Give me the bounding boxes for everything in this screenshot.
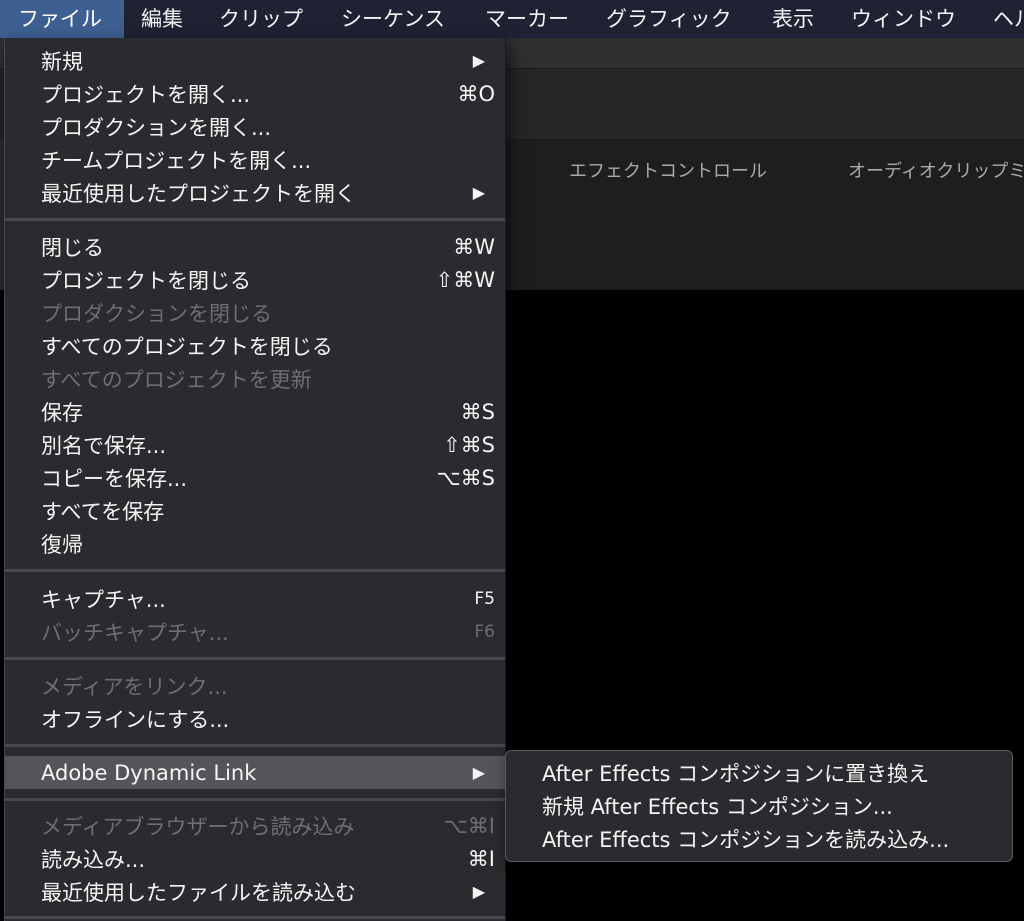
menu-item-save-copy[interactable]: コピーを保存... ⌥⌘S xyxy=(5,461,505,494)
file-menu-dropdown: 新規 ▶ プロジェクトを開く... ⌘O プロダクションを開く... チームプロ… xyxy=(4,38,506,921)
menubar-graphics[interactable]: グラフィック xyxy=(606,0,732,38)
menu-item-shortcut: ⇧⌘W xyxy=(435,267,495,292)
menu-item-shortcut: ⇧⌘S xyxy=(443,432,495,457)
menu-item-label: すべてのプロジェクトを閉じる xyxy=(41,334,333,359)
tab-audio-clip-mixer[interactable]: オーディオクリップミ xyxy=(848,157,1024,183)
menu-item-label: メディアをリンク... xyxy=(41,674,228,699)
menu-item-capture[interactable]: キャプチャ... F5 xyxy=(5,582,505,615)
menu-item-shortcut: ⌘W xyxy=(453,234,495,259)
menu-item-refresh-all-projects: すべてのプロジェクトを更新 xyxy=(5,362,505,395)
submenu-arrow-icon: ▶ xyxy=(472,51,485,70)
menu-item-open-project[interactable]: プロジェクトを開く... ⌘O xyxy=(5,77,505,110)
menu-item-adobe-dynamic-link[interactable]: Adobe Dynamic Link ▶ xyxy=(5,756,505,789)
menubar-edit[interactable]: 編集 xyxy=(141,0,183,38)
menu-item-make-offline[interactable]: オフラインにする... xyxy=(5,702,505,735)
submenu-arrow-icon: ▶ xyxy=(472,882,485,901)
menu-separator xyxy=(5,744,505,747)
submenu-item-label: After Effects コンポジションに置き換え xyxy=(542,761,930,786)
menu-item-shortcut: ⌥⌘I xyxy=(443,813,495,838)
menu-item-label: 最近使用したファイルを読み込む xyxy=(41,880,356,905)
menu-item-label: 保存 xyxy=(41,400,83,425)
app-menubar: ファイル 編集 クリップ シーケンス マーカー グラフィック 表示 ウィンドウ … xyxy=(0,0,1024,38)
menu-item-close-all-projects[interactable]: すべてのプロジェクトを閉じる xyxy=(5,329,505,362)
menu-item-label: 読み込み... xyxy=(41,847,146,872)
menu-item-shortcut: F5 xyxy=(474,588,495,609)
menu-item-save[interactable]: 保存 ⌘S xyxy=(5,395,505,428)
submenu-item-import-ae-comp[interactable]: After Effects コンポジションを読み込み... xyxy=(506,822,1012,855)
menu-item-open-recent-project[interactable]: 最近使用したプロジェクトを開く ▶ xyxy=(5,176,505,209)
menu-item-open-team-project[interactable]: チームプロジェクトを開く... xyxy=(5,143,505,176)
menu-item-label: プロダクションを開く... xyxy=(41,115,272,140)
menu-item-save-as[interactable]: 別名で保存... ⇧⌘S xyxy=(5,428,505,461)
menubar-window[interactable]: ウィンドウ xyxy=(851,0,956,38)
submenu-item-new-ae-comp[interactable]: 新規 After Effects コンポジション... xyxy=(506,789,1012,822)
dynamic-link-submenu: After Effects コンポジションに置き換え 新規 After Effe… xyxy=(505,750,1013,862)
menu-item-import-recent-file[interactable]: 最近使用したファイルを読み込む ▶ xyxy=(5,875,505,908)
menu-item-label: チームプロジェクトを開く... xyxy=(41,148,312,173)
menu-separator xyxy=(5,218,505,221)
menu-item-label: 新規 xyxy=(41,49,83,74)
menubar-file[interactable]: ファイル xyxy=(0,0,124,38)
menu-item-label: 最近使用したプロジェクトを開く xyxy=(41,181,356,206)
menu-item-close[interactable]: 閉じる ⌘W xyxy=(5,230,505,263)
menu-item-label: コピーを保存... xyxy=(41,466,188,491)
menu-item-label: メディアブラウザーから読み込み xyxy=(41,814,355,839)
menu-item-label: 別名で保存... xyxy=(41,433,167,458)
submenu-item-label: After Effects コンポジションを読み込み... xyxy=(542,827,950,852)
menu-item-open-production[interactable]: プロダクションを開く... xyxy=(5,110,505,143)
menubar-clip[interactable]: クリップ xyxy=(219,0,303,38)
submenu-arrow-icon: ▶ xyxy=(472,763,485,782)
menu-item-save-all[interactable]: すべてを保存 xyxy=(5,494,505,527)
menu-item-label: すべてを保存 xyxy=(41,499,165,524)
menu-separator xyxy=(5,798,505,801)
menubar-marker[interactable]: マーカー xyxy=(485,0,569,38)
menu-item-label: プロジェクトを閉じる xyxy=(41,268,251,293)
menu-item-close-project[interactable]: プロジェクトを閉じる ⇧⌘W xyxy=(5,263,505,296)
menu-item-shortcut: F6 xyxy=(474,621,495,642)
menu-item-shortcut: ⌘I xyxy=(467,846,495,871)
menu-item-new[interactable]: 新規 ▶ xyxy=(5,44,505,77)
menubar-help[interactable]: ヘル xyxy=(993,0,1024,38)
menu-item-batch-capture: バッチキャプチャ... F6 xyxy=(5,615,505,648)
menu-item-shortcut: ⌘S xyxy=(460,399,495,424)
submenu-arrow-icon: ▶ xyxy=(472,183,485,202)
submenu-item-label: 新規 After Effects コンポジション... xyxy=(542,794,893,819)
menu-item-label: キャプチャ... xyxy=(41,587,166,612)
menu-item-label: オフラインにする... xyxy=(41,707,230,732)
menu-separator xyxy=(5,657,505,660)
menu-item-import-from-media-browser: メディアブラウザーから読み込み ⌥⌘I xyxy=(5,809,505,842)
tab-effect-controls[interactable]: エフェクトコントロール xyxy=(569,157,767,183)
menubar-sequence[interactable]: シーケンス xyxy=(341,0,445,38)
menu-item-import[interactable]: 読み込み... ⌘I xyxy=(5,842,505,875)
menu-item-label: Adobe Dynamic Link xyxy=(41,760,257,785)
menu-item-shortcut: ⌥⌘S xyxy=(436,465,495,490)
menu-item-label: バッチキャプチャ... xyxy=(41,620,229,645)
menu-separator xyxy=(5,916,505,919)
menubar-view[interactable]: 表示 xyxy=(772,0,814,38)
submenu-item-replace-with-ae-comp[interactable]: After Effects コンポジションに置き換え xyxy=(506,756,1012,789)
menu-item-revert[interactable]: 復帰 xyxy=(5,527,505,560)
menu-item-label: プロジェクトを開く... xyxy=(41,82,251,107)
menu-item-label: プロダクションを閉じる xyxy=(41,301,272,326)
menu-item-close-production: プロダクションを閉じる xyxy=(5,296,505,329)
menu-item-label: 閉じる xyxy=(41,235,104,260)
menu-item-link-media: メディアをリンク... xyxy=(5,669,505,702)
menu-separator xyxy=(5,569,505,572)
menu-item-label: すべてのプロジェクトを更新 xyxy=(41,367,312,392)
menu-item-label: 復帰 xyxy=(41,532,83,557)
menu-item-shortcut: ⌘O xyxy=(457,81,495,106)
